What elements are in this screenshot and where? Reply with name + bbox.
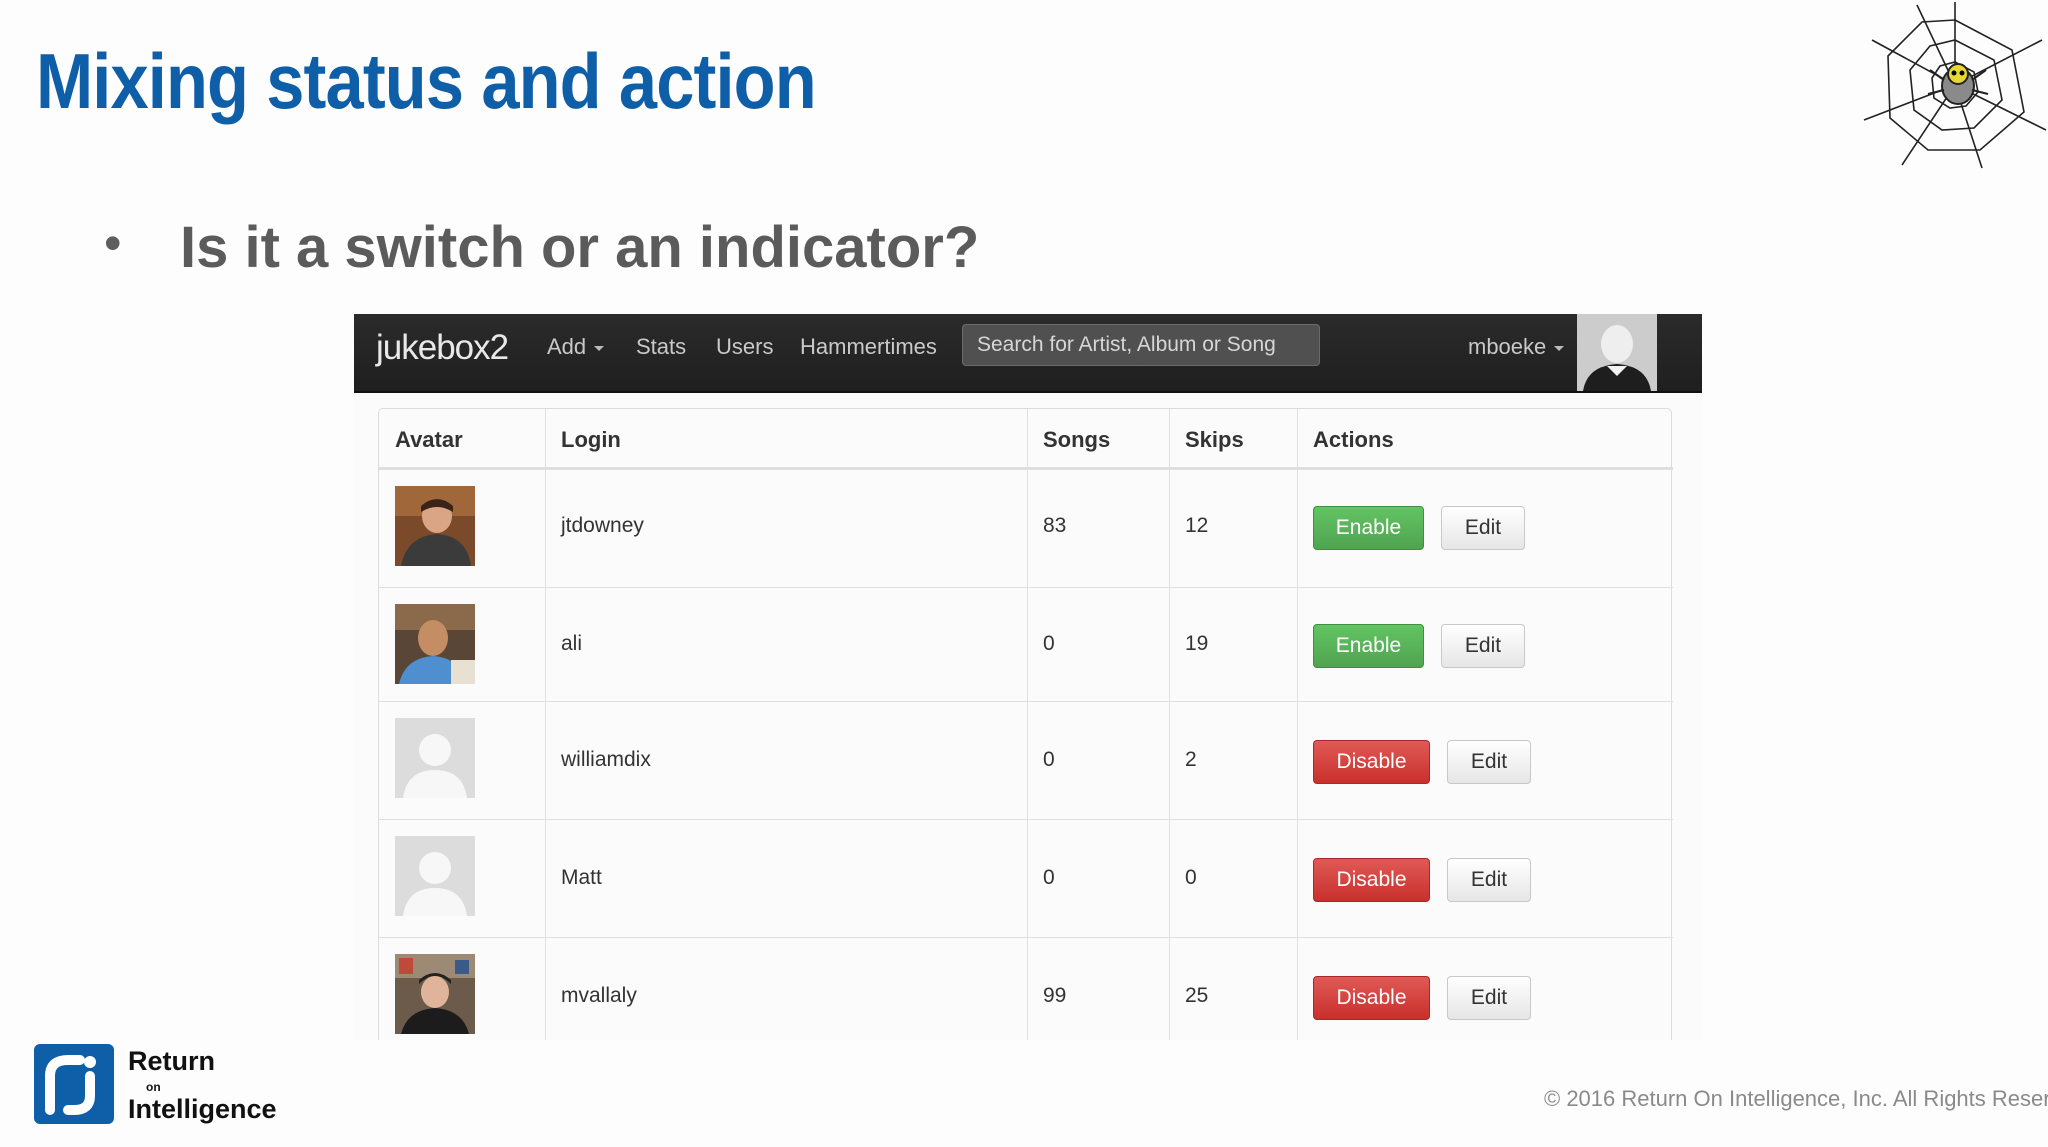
col-header-songs: Songs: [1027, 409, 1169, 469]
col-header-avatar: Avatar: [379, 409, 545, 469]
disable-button[interactable]: Disable: [1313, 976, 1430, 1020]
user-name: mboeke: [1468, 334, 1547, 359]
skips-cell: 25: [1185, 984, 1209, 1007]
enable-button[interactable]: Enable: [1313, 624, 1424, 668]
nav-stats[interactable]: Stats: [636, 334, 686, 360]
copyright-notice: © 2016 Return On Intelligence, Inc. All …: [1544, 1086, 2048, 1111]
edit-button[interactable]: Edit: [1441, 506, 1525, 550]
jukebox-app-screenshot: jukebox2 Add Stats Users Hammertimes Sea…: [354, 314, 1702, 1040]
songs-cell: 83: [1043, 514, 1067, 537]
bullet-point: •: [104, 215, 122, 271]
login-cell: williamdix: [561, 748, 651, 771]
caret-down-icon: [594, 345, 605, 351]
table-row: williamdix 0 2 Disable Edit: [379, 701, 1673, 819]
disable-button[interactable]: Disable: [1313, 740, 1430, 784]
spider-web-icon: [1863, 2, 2047, 169]
return-on-intelligence-logo-icon: [34, 1044, 114, 1124]
login-cell: jtdowney: [561, 514, 644, 537]
songs-cell: 0: [1043, 748, 1055, 771]
avatar: [395, 486, 475, 566]
caret-down-icon: [1554, 345, 1565, 351]
nav-add-dropdown[interactable]: Add: [547, 334, 605, 360]
table-row: jtdowney 83 12 Enable Edit: [379, 469, 1673, 587]
skips-cell: 0: [1185, 866, 1197, 889]
login-cell: ali: [561, 632, 583, 655]
table-row: mvallaly 99 25 Disable Edit: [379, 937, 1673, 1040]
edit-button[interactable]: Edit: [1441, 624, 1525, 668]
disable-button[interactable]: Disable: [1313, 858, 1430, 902]
edit-button[interactable]: Edit: [1447, 740, 1531, 784]
songs-cell: 0: [1043, 632, 1055, 655]
login-cell: Matt: [561, 866, 602, 889]
col-header-skips: Skips: [1169, 409, 1297, 469]
edit-button[interactable]: Edit: [1447, 858, 1531, 902]
avatar: [395, 954, 475, 1034]
skips-cell: 12: [1185, 514, 1209, 537]
avatar-placeholder-icon: [395, 718, 475, 798]
table-row: ali 0 19 Enable Edit: [379, 587, 1673, 701]
songs-cell: 0: [1043, 866, 1055, 889]
edit-button[interactable]: Edit: [1447, 976, 1531, 1020]
enable-button[interactable]: Enable: [1313, 506, 1424, 550]
skips-cell: 19: [1185, 632, 1209, 655]
navbar: jukebox2 Add Stats Users Hammertimes Sea…: [354, 314, 1702, 393]
nav-add-label: Add: [547, 334, 587, 359]
nav-users[interactable]: Users: [716, 334, 773, 360]
login-cell: mvallaly: [561, 984, 637, 1007]
nav-hammertimes[interactable]: Hammertimes: [800, 334, 937, 360]
brand-logo[interactable]: jukebox2: [376, 328, 509, 368]
table-row: Matt 0 0 Disable Edit: [379, 819, 1673, 937]
col-header-actions: Actions: [1297, 409, 1673, 469]
users-table: Avatar Login Songs Skips Actions jtdowne…: [378, 408, 1673, 1040]
songs-cell: 99: [1043, 984, 1067, 1007]
slide-title: Mixing status and action: [36, 37, 817, 125]
avatar: [395, 604, 475, 684]
col-header-login: Login: [545, 409, 1027, 469]
bullet-text: Is it a switch or an indicator?: [180, 215, 980, 280]
avatar-placeholder-icon: [395, 836, 475, 916]
user-menu-dropdown[interactable]: mboeke: [1468, 334, 1565, 360]
user-avatar[interactable]: [1577, 314, 1657, 391]
skips-cell: 2: [1185, 748, 1197, 771]
search-input[interactable]: Search for Artist, Album or Song: [962, 324, 1320, 366]
